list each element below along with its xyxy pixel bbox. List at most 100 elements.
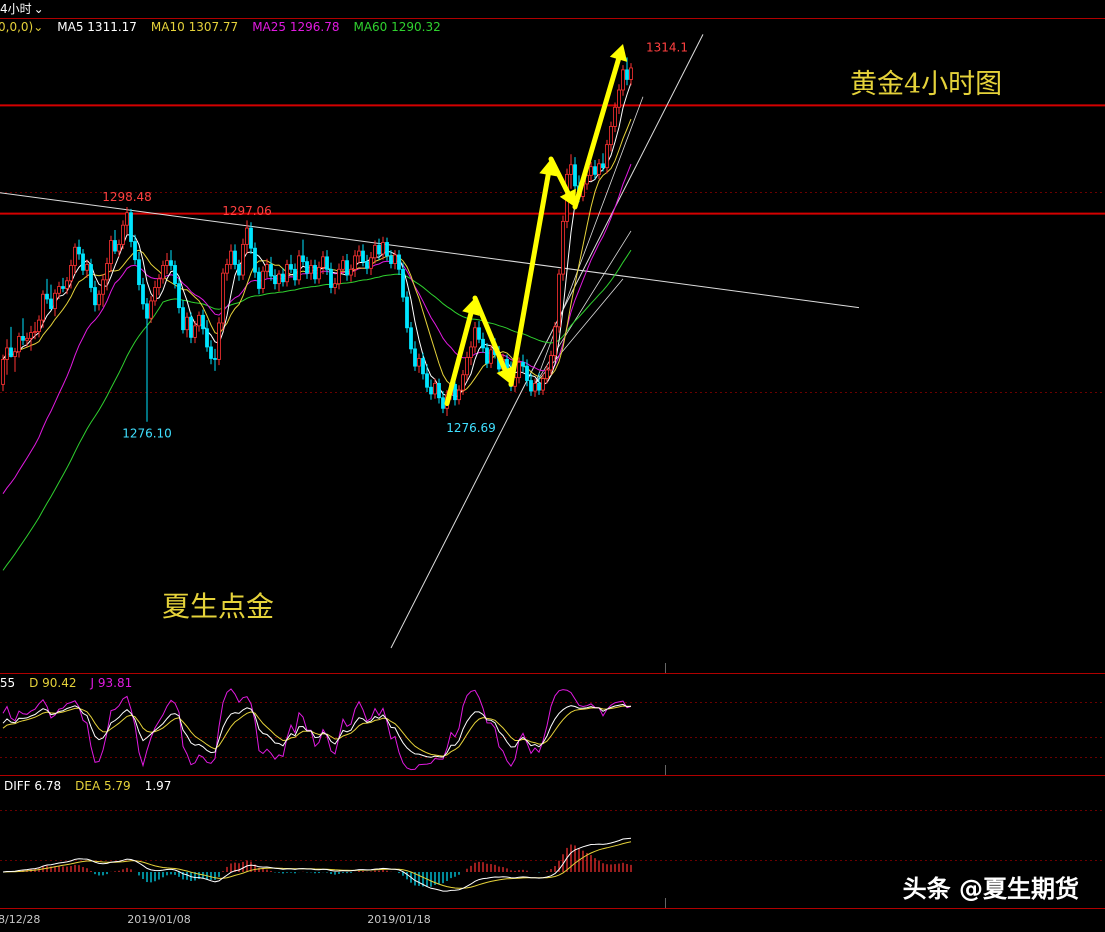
candle-body bbox=[117, 243, 121, 252]
candle-body bbox=[73, 246, 77, 266]
legend-item: DEA 5.79 bbox=[75, 779, 131, 793]
candle-body bbox=[457, 389, 461, 401]
candle-body bbox=[81, 253, 85, 271]
candle-body bbox=[621, 69, 625, 91]
candle-body bbox=[261, 270, 265, 289]
chevron-down-icon[interactable]: ⌄ bbox=[33, 20, 43, 34]
candle-body bbox=[357, 250, 361, 257]
chart-title: 黄金4小时图 bbox=[850, 69, 1003, 100]
candle-body bbox=[69, 265, 73, 282]
candle-body bbox=[253, 247, 257, 273]
candle-body bbox=[333, 283, 337, 288]
candle-body bbox=[409, 327, 413, 350]
candle-body bbox=[153, 287, 157, 302]
candle-body bbox=[561, 220, 565, 275]
candle-body bbox=[533, 382, 537, 392]
author-label: 夏生点金 bbox=[162, 590, 275, 623]
candle-body bbox=[301, 255, 305, 263]
candle-body bbox=[1, 359, 5, 385]
candle-body bbox=[237, 264, 241, 276]
candle-body bbox=[141, 284, 145, 305]
legend-item: D 90.42 bbox=[29, 676, 77, 690]
candle-body bbox=[461, 374, 465, 391]
candle-body bbox=[273, 275, 277, 285]
candle-body bbox=[257, 271, 261, 289]
candle-body bbox=[325, 256, 329, 270]
price-label: 1298.48 bbox=[102, 190, 152, 204]
candle-body bbox=[381, 242, 385, 255]
candle-body bbox=[305, 261, 309, 274]
legend-item: MA5 1311.17 bbox=[57, 20, 137, 34]
candle-body bbox=[629, 67, 633, 80]
candle bbox=[129, 208, 133, 248]
candle-body bbox=[405, 296, 409, 329]
candle-body bbox=[285, 264, 289, 283]
candle-body bbox=[77, 246, 81, 255]
candle-body bbox=[173, 265, 177, 285]
candle-body bbox=[529, 380, 533, 392]
candle-body bbox=[625, 69, 629, 80]
time-tick-label: 2019/01/08 bbox=[127, 913, 190, 926]
candle-body bbox=[481, 338, 485, 349]
candle-body bbox=[441, 397, 445, 409]
candle-body bbox=[217, 322, 221, 360]
price-label: 1297.06 bbox=[222, 204, 272, 218]
candle-body bbox=[293, 268, 297, 281]
candle-body bbox=[121, 224, 125, 245]
candle-body bbox=[49, 298, 53, 310]
candle-body bbox=[377, 244, 381, 255]
legend-item: .55 bbox=[0, 676, 16, 690]
candle-body bbox=[393, 254, 397, 264]
kdj-legend: .55 D 90.42 J 93.81 bbox=[0, 674, 146, 692]
candle-body bbox=[45, 293, 49, 300]
candle-body bbox=[337, 268, 341, 285]
candle-body bbox=[521, 361, 525, 367]
legend-item: 1.97 bbox=[144, 779, 172, 793]
candle-body bbox=[229, 250, 233, 265]
candle-body bbox=[189, 316, 193, 338]
candle-body bbox=[321, 256, 325, 268]
candle-body bbox=[53, 292, 57, 310]
candle-body bbox=[149, 300, 153, 319]
candle bbox=[221, 268, 225, 331]
candle-body bbox=[89, 264, 93, 288]
candle-body bbox=[517, 361, 521, 379]
candle-body bbox=[93, 287, 97, 306]
candle-body bbox=[341, 260, 345, 270]
price-label: 1314.1 bbox=[646, 40, 688, 54]
timeframe-selector[interactable]: 4小时 ⌄ bbox=[0, 2, 44, 16]
main-legend: 4小时 ⌄ bbox=[0, 0, 44, 18]
candle-body bbox=[9, 347, 13, 357]
legend-item: J 93.81 bbox=[90, 676, 133, 690]
candle-body bbox=[61, 286, 65, 289]
legend-item: MA60 1290.32 bbox=[353, 20, 441, 34]
chevron-down-icon[interactable]: ⌄ bbox=[34, 2, 44, 16]
candle-body bbox=[537, 382, 541, 391]
macd-legend: DIFF 6.78 DEA 5.79 1.97 bbox=[4, 777, 185, 795]
candle-body bbox=[397, 254, 401, 270]
candle bbox=[553, 322, 557, 362]
candle-body bbox=[297, 255, 301, 281]
ma-legend: 0,0,0)⌄ MA5 1311.17 MA10 1307.77 MA25 1296.… bbox=[0, 18, 455, 36]
candle-body bbox=[165, 260, 169, 266]
candle-body bbox=[329, 268, 333, 288]
candle bbox=[557, 269, 561, 333]
candle-body bbox=[41, 293, 45, 321]
candle-body bbox=[113, 240, 117, 252]
candle-body bbox=[569, 164, 573, 175]
time-tick-label: 2019/01/18 bbox=[367, 913, 430, 926]
candle-body bbox=[313, 265, 317, 280]
candle-body bbox=[465, 357, 469, 376]
candle-body bbox=[249, 227, 253, 249]
param-text: 0,0,0) bbox=[0, 20, 34, 34]
candle-body bbox=[5, 347, 9, 360]
candle-body bbox=[597, 163, 601, 175]
candle-body bbox=[573, 164, 577, 187]
candle-body bbox=[265, 264, 269, 272]
candle-body bbox=[469, 346, 473, 358]
candle-body bbox=[489, 349, 493, 364]
candle-body bbox=[177, 283, 181, 309]
candle bbox=[405, 291, 409, 333]
candle-body bbox=[169, 260, 173, 266]
candle-body bbox=[309, 265, 313, 274]
